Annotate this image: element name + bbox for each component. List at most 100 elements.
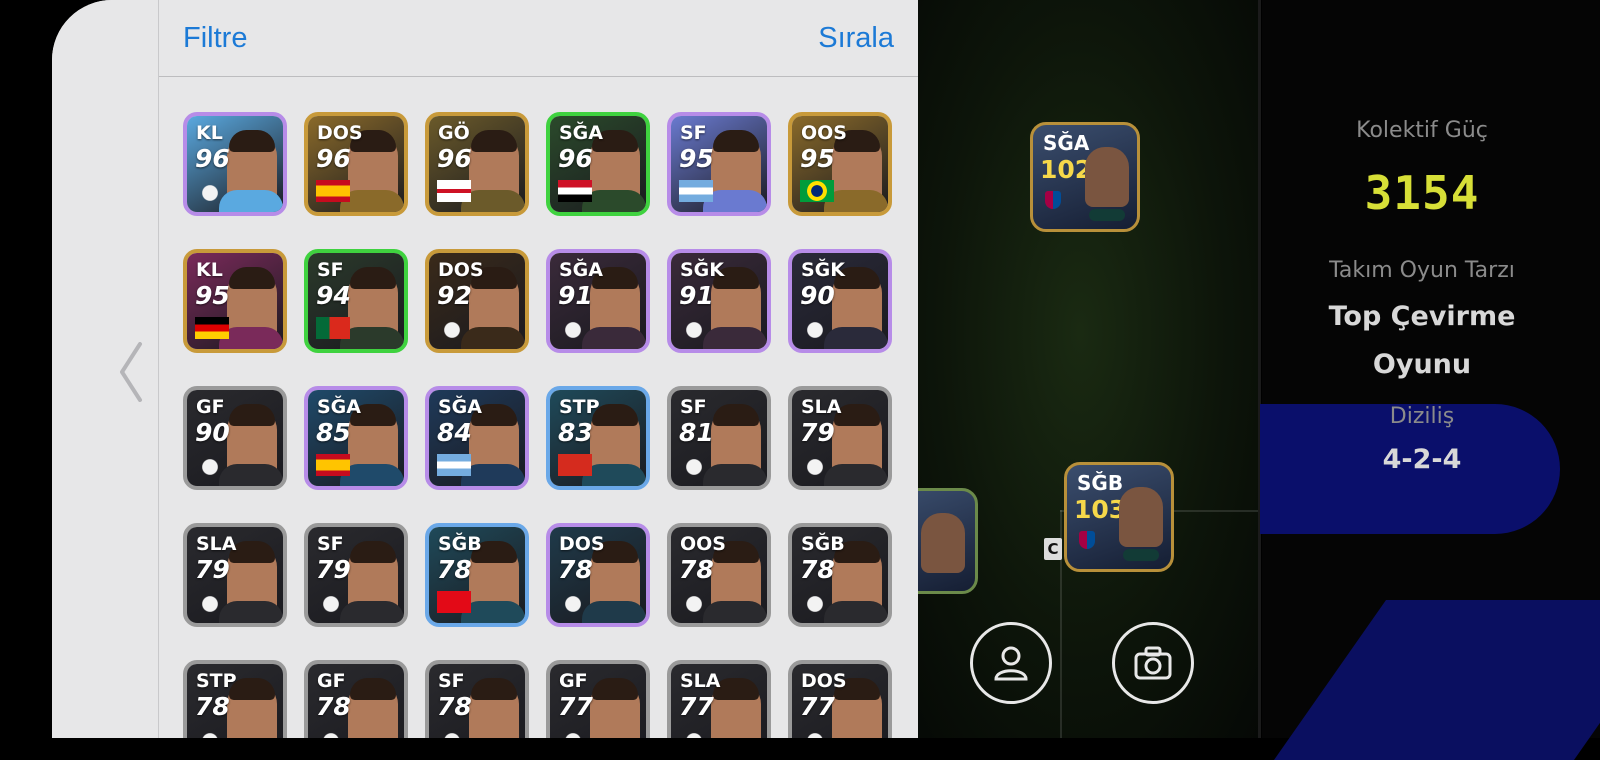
player-card[interactable]: SF 94 <box>304 249 408 353</box>
player-card[interactable]: GF 90 <box>183 386 287 490</box>
player-card[interactable]: KL 95 <box>183 249 287 353</box>
flag-icon <box>558 180 592 202</box>
player-rating: 78 <box>800 555 835 584</box>
player-position: SLA <box>801 396 842 418</box>
player-hair <box>471 130 517 152</box>
player-card[interactable]: OOS 78 <box>667 523 771 627</box>
player-position: DOS <box>559 533 605 555</box>
player-card[interactable]: SF 81 <box>667 386 771 490</box>
player-rating: 78 <box>679 555 714 584</box>
player-rating: 78 <box>195 692 230 721</box>
player-portrait <box>1085 147 1129 207</box>
player-hair <box>713 404 759 426</box>
flag-icon <box>316 454 350 476</box>
player-card[interactable]: DOS 77 <box>788 660 892 738</box>
chevron-left-icon[interactable] <box>118 342 144 402</box>
pitch-player-card[interactable]: SĞB 103 <box>1064 462 1174 572</box>
player-rating: 83 <box>558 418 593 447</box>
player-card[interactable]: SĞB 78 <box>788 523 892 627</box>
player-position: SF <box>438 670 465 692</box>
player-shirt <box>824 464 888 486</box>
camera-button[interactable] <box>1112 622 1194 704</box>
player-card[interactable]: SĞA 96 <box>546 112 650 216</box>
player-position: OOS <box>680 533 726 555</box>
pitch-player-card[interactable]: SĞA 102 <box>1030 122 1140 232</box>
player-card[interactable]: GF 77 <box>546 660 650 738</box>
player-rating: 96 <box>558 144 593 173</box>
player-card[interactable]: SF 78 <box>425 660 529 738</box>
club-crest-icon <box>802 454 828 480</box>
player-card[interactable]: SF 79 <box>304 523 408 627</box>
player-card[interactable]: SĞK 90 <box>788 249 892 353</box>
player-rating: 96 <box>195 144 230 173</box>
player-card[interactable]: DOS 96 <box>304 112 408 216</box>
sort-button[interactable]: Sırala <box>818 22 894 55</box>
player-position: SLA <box>680 670 721 692</box>
player-card[interactable]: DOS 78 <box>546 523 650 627</box>
player-position: STP <box>559 396 600 418</box>
card-skills-strip <box>1123 549 1159 561</box>
club-crest-icon <box>197 180 223 206</box>
player-card[interactable]: OOS 95 <box>788 112 892 216</box>
player-shirt <box>703 327 767 349</box>
player-card[interactable]: SĞA 84 <box>425 386 529 490</box>
flag-icon <box>195 317 229 339</box>
flag-icon <box>800 180 834 202</box>
player-card[interactable]: SĞB 78 <box>425 523 529 627</box>
player-rating: 95 <box>679 144 714 173</box>
player-position: SĞA <box>1043 131 1090 155</box>
player-card[interactable]: SLA 79 <box>788 386 892 490</box>
panel-sidebar <box>52 0 159 738</box>
flag-icon <box>437 591 471 613</box>
player-card[interactable]: SĞA 85 <box>304 386 408 490</box>
player-card[interactable]: SĞK 91 <box>667 249 771 353</box>
player-card[interactable]: SF 95 <box>667 112 771 216</box>
player-position: GF <box>559 670 588 692</box>
club-crest-icon <box>560 728 586 738</box>
player-position: SF <box>680 122 707 144</box>
player-card[interactable]: SLA 79 <box>183 523 287 627</box>
player-card[interactable]: SĞA 91 <box>546 249 650 353</box>
player-shirt <box>219 464 283 486</box>
player-position: GF <box>196 396 225 418</box>
player-hair <box>229 267 275 289</box>
player-position: SF <box>680 396 707 418</box>
player-position: GÖ <box>438 122 470 144</box>
player-card[interactable]: STP 78 <box>183 660 287 738</box>
player-rating: 92 <box>437 281 472 310</box>
player-shirt <box>582 327 646 349</box>
player-rating: 96 <box>437 144 472 173</box>
club-crest-icon <box>439 317 465 343</box>
player-position: SĞB <box>801 533 845 555</box>
filter-button[interactable]: Filtre <box>183 22 247 55</box>
player-rating: 78 <box>437 555 472 584</box>
player-position: GF <box>317 670 346 692</box>
pitch-field <box>900 0 1260 738</box>
club-crest-icon <box>802 317 828 343</box>
player-card[interactable]: STP 83 <box>546 386 650 490</box>
player-card[interactable]: GF 78 <box>304 660 408 738</box>
profile-button[interactable] <box>970 622 1052 704</box>
player-position: SĞA <box>317 396 361 418</box>
player-hair <box>350 541 396 563</box>
panel-header: Filtre Sırala <box>159 0 918 77</box>
player-shirt <box>219 601 283 623</box>
club-badge-icon <box>1045 191 1061 209</box>
player-card[interactable]: DOS 92 <box>425 249 529 353</box>
player-rating: 96 <box>316 144 351 173</box>
club-crest-icon <box>318 728 344 738</box>
player-position: SĞA <box>438 396 482 418</box>
player-rating: 78 <box>437 692 472 721</box>
player-rating: 95 <box>195 281 230 310</box>
panel-divider <box>1258 0 1261 738</box>
player-position: SĞK <box>801 259 846 281</box>
formation-value[interactable]: 4-2-4 <box>1262 444 1582 475</box>
player-card[interactable]: KL 96 <box>183 112 287 216</box>
flag-icon <box>558 454 592 476</box>
player-shirt <box>340 601 404 623</box>
club-crest-icon <box>439 728 465 738</box>
player-card[interactable]: GÖ 96 <box>425 112 529 216</box>
team-style-line2: Oyunu <box>1372 349 1472 380</box>
team-style-value[interactable]: Top Çevirme Oyunu <box>1262 293 1582 389</box>
player-card[interactable]: SLA 77 <box>667 660 771 738</box>
